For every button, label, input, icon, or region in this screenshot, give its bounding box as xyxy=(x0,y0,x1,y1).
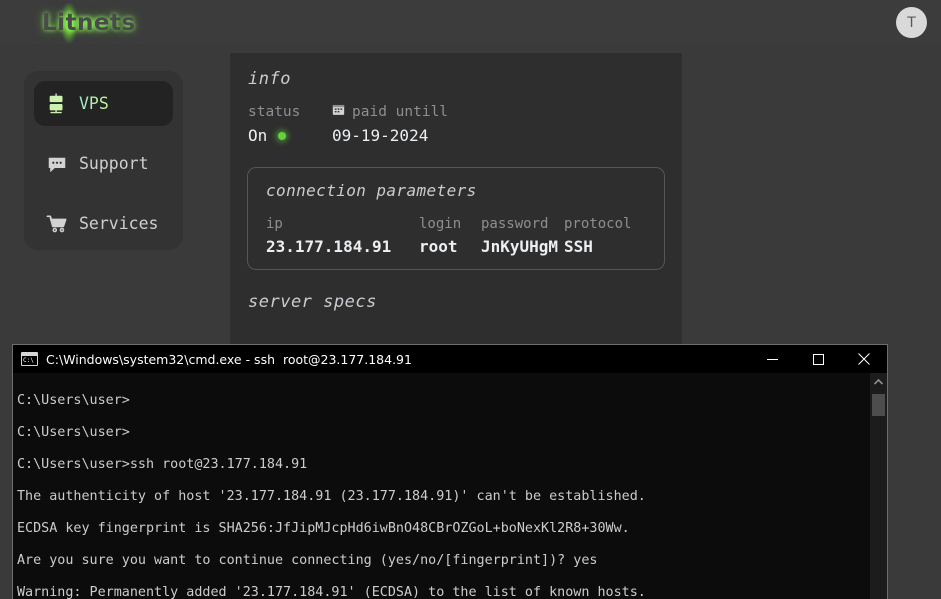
info-grid: status paid untill On 09-19-2024 xyxy=(230,89,682,146)
scrollbar-thumb[interactable] xyxy=(872,394,885,416)
chat-bubble-icon xyxy=(46,153,68,175)
close-icon[interactable] xyxy=(841,345,887,373)
cmd-output[interactable]: C:\Users\user> C:\Users\user> C:\Users\u… xyxy=(13,373,887,599)
protocol-value[interactable]: SSH xyxy=(564,237,624,256)
connection-value-row: 23.177.184.91 root JnKyUHgM SSH xyxy=(266,237,664,256)
server-specs-title: server specs xyxy=(248,292,377,312)
cmd-line: The authenticity of host '23.177.184.91 … xyxy=(17,489,646,504)
cmd-title-text: C:\Windows\system32\cmd.exe - ssh root@2… xyxy=(46,351,412,367)
password-label: password xyxy=(481,216,549,232)
ip-label: ip xyxy=(266,216,283,232)
login-value[interactable]: root xyxy=(419,237,481,256)
status-label: status xyxy=(248,103,301,120)
connection-header-row: ip login password protocol xyxy=(266,216,664,232)
cmd-line: C:\Users\user> xyxy=(17,425,130,440)
cmd-line: C:\Users\user> xyxy=(17,393,130,408)
info-header-row: status paid untill xyxy=(248,103,682,120)
cmd-line: ECDSA key fingerprint is SHA256:JfJipMJc… xyxy=(17,521,630,536)
top-header: Litnets T xyxy=(0,0,941,50)
sidebar-item-vps[interactable]: VPS xyxy=(34,81,173,126)
sidebar: VPS Support Services xyxy=(24,71,183,250)
password-value[interactable]: JnKyUHgM xyxy=(481,237,564,256)
sidebar-item-label-support: Support xyxy=(79,154,149,173)
maximize-icon[interactable] xyxy=(795,345,841,373)
avatar[interactable]: T xyxy=(896,7,927,38)
sidebar-item-label-services: Services xyxy=(79,214,159,233)
sidebar-item-label-vps: VPS xyxy=(79,94,109,113)
info-title: info xyxy=(248,69,291,89)
shopping-cart-icon xyxy=(46,213,68,235)
info-value-row: On 09-19-2024 xyxy=(248,126,682,145)
ip-value[interactable]: 23.177.184.91 xyxy=(266,237,419,256)
minimize-icon[interactable] xyxy=(749,345,795,373)
status-indicator-icon xyxy=(278,131,287,140)
paid-untill-value: 09-19-2024 xyxy=(332,126,429,145)
sidebar-item-services[interactable]: Services xyxy=(34,201,173,246)
window-controls xyxy=(749,345,887,373)
calendar-icon xyxy=(332,103,345,120)
vps-info-card: info status paid untill On 09-19-2024 co… xyxy=(230,53,682,348)
connection-parameters-title: connection parameters xyxy=(266,181,477,200)
logo-text: Litnets xyxy=(42,10,136,36)
connection-parameters-box: connection parameters ip login password … xyxy=(247,167,665,270)
cmd-line: Warning: Permanently added '23.177.184.9… xyxy=(17,585,646,599)
cmd-window[interactable]: C:\ C:\Windows\system32\cmd.exe - ssh ro… xyxy=(12,344,888,599)
status-value: On xyxy=(248,126,268,145)
cmd-line: Are you sure you want to continue connec… xyxy=(17,553,598,568)
cmd-app-icon: C:\ xyxy=(21,352,38,366)
avatar-initial: T xyxy=(907,14,916,31)
scroll-up-icon[interactable] xyxy=(870,373,887,390)
paid-untill-label: paid untill xyxy=(352,103,449,120)
login-label: login xyxy=(419,216,462,232)
sidebar-item-support[interactable]: Support xyxy=(34,141,173,186)
cmd-title-bar[interactable]: C:\ C:\Windows\system32\cmd.exe - ssh ro… xyxy=(13,345,887,373)
protocol-label: protocol xyxy=(564,216,632,232)
cmd-scrollbar[interactable] xyxy=(870,373,887,599)
app-root: Litnets T VPS Support Services info stat… xyxy=(0,0,941,599)
brand-logo[interactable]: Litnets xyxy=(28,0,138,50)
server-icon xyxy=(46,92,68,115)
cmd-line: C:\Users\user>ssh root@23.177.184.91 xyxy=(17,457,308,472)
